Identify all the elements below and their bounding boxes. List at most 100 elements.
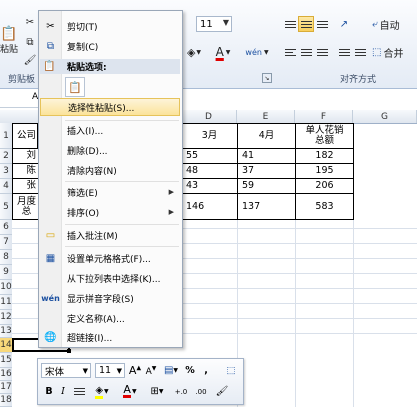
row-header[interactable]: 9 — [0, 265, 12, 280]
table-header-month[interactable]: 3月 — [181, 123, 238, 149]
paste-option-button[interactable]: 📋 — [65, 77, 85, 97]
cut-ribbon-button[interactable]: ✂ — [22, 14, 38, 30]
font-dialog-launcher[interactable]: ↘ — [262, 73, 272, 83]
table-cell[interactable]: 张 — [12, 179, 38, 194]
table-header-company[interactable]: 公司 — [12, 123, 38, 149]
row-header[interactable]: 4 — [0, 179, 12, 194]
shrink-font-button[interactable]: A▼ — [144, 363, 158, 378]
table-header-month[interactable]: 4月 — [237, 123, 296, 149]
font-color-button[interactable]: A ▼ — [210, 44, 236, 60]
row-header[interactable]: 15 — [0, 353, 12, 368]
menu-item-cut[interactable]: ✂ 剪切(T) — [40, 17, 180, 35]
menu-item-delete[interactable]: 删除(D)... — [40, 141, 180, 159]
format-painter-mini-button[interactable]: 🖌 — [214, 384, 230, 399]
menu-item-pick-from-list[interactable]: 从下拉列表中选择(K)... — [40, 269, 180, 287]
paste-button[interactable]: 📋 粘贴 — [0, 20, 18, 60]
format-painter-button[interactable]: 🖌 — [22, 52, 38, 68]
table-cell[interactable]: 583 — [295, 194, 354, 220]
table-cell[interactable]: 55 — [181, 149, 238, 164]
align-top-button[interactable] — [282, 16, 298, 32]
table-cell[interactable]: 陈 — [12, 164, 38, 179]
copy-ribbon-button[interactable]: ⧉ — [22, 34, 38, 50]
fill-handle[interactable] — [67, 349, 71, 353]
column-header-d[interactable]: D — [181, 110, 237, 123]
row-header[interactable]: 16 — [0, 368, 12, 381]
row-header[interactable]: 13 — [0, 325, 12, 338]
row-header[interactable]: 2 — [0, 149, 12, 164]
font-size-select[interactable]: 11 ▼ — [196, 16, 232, 32]
menu-item-show-phonetic[interactable]: wén 显示拼音字段(S) — [40, 289, 180, 307]
percent-button[interactable]: % — [184, 363, 196, 378]
row-header[interactable]: 7 — [0, 235, 12, 250]
row-header[interactable]: 18 — [0, 394, 12, 407]
font-color-mini-button[interactable]: A ▼ — [118, 384, 142, 399]
align-center-button[interactable] — [298, 44, 314, 60]
menu-item-define-name[interactable]: 定义名称(A)... — [40, 309, 180, 327]
name-box[interactable]: A — [0, 89, 40, 108]
table-cell[interactable]: 41 — [237, 149, 296, 164]
table-cell[interactable]: 206 — [295, 179, 354, 194]
align-right-button[interactable] — [314, 44, 330, 60]
menu-item-format-cells[interactable]: ▦ 设置单元格格式(F)... — [40, 249, 180, 267]
table-header-total[interactable]: 单人花销 总额 — [295, 123, 354, 149]
row-header[interactable]: 8 — [0, 250, 12, 265]
row-header[interactable]: 17 — [0, 381, 12, 394]
menu-item-filter[interactable]: 筛选(E) ▶ — [40, 183, 180, 201]
row-header[interactable]: 14 — [0, 338, 12, 353]
align-left-button[interactable] — [282, 44, 298, 60]
menu-item-paste-special[interactable]: 选择性粘贴(S)... — [40, 98, 180, 116]
column-header-e[interactable]: E — [237, 110, 295, 123]
row-header[interactable]: 10 — [0, 280, 12, 295]
decrease-indent-button[interactable] — [336, 44, 352, 60]
number-format-button[interactable]: ▤ ▼ — [162, 363, 180, 378]
grow-font-button[interactable]: A▲ — [128, 363, 142, 378]
row-header[interactable]: 3 — [0, 164, 12, 179]
menu-item-insert-comment[interactable]: ▭ 插入批注(M) — [40, 226, 180, 244]
row-header[interactable]: 12 — [0, 310, 12, 325]
row-header[interactable]: 1 — [0, 123, 12, 149]
menu-item-hyperlink[interactable]: 🌐 超链接(I)... — [40, 328, 180, 346]
table-cell[interactable]: 59 — [237, 179, 296, 194]
borders-icon: ⊞ — [150, 386, 159, 397]
table-cell[interactable]: 137 — [237, 194, 296, 220]
row-header[interactable]: 11 — [0, 295, 12, 310]
decrease-decimal-button[interactable]: .00 — [192, 384, 210, 399]
menu-item-clear-contents[interactable]: 清除内容(N) — [40, 161, 180, 179]
submenu-arrow-icon: ▶ — [168, 188, 174, 196]
fill-color-mini-button[interactable]: ◈ ▼ — [90, 384, 114, 399]
bold-button[interactable]: B — [43, 384, 55, 399]
table-cell[interactable]: 182 — [295, 149, 354, 164]
align-middle-button[interactable] — [298, 16, 314, 32]
copy-icon: ⧉ — [26, 36, 34, 48]
align-bottom-button[interactable] — [314, 16, 330, 32]
orientation-button[interactable]: ↗ — [336, 16, 352, 32]
comma-button[interactable]: , — [200, 363, 212, 378]
fill-color-button[interactable]: ◈ ▼ — [182, 44, 206, 60]
merge-center-mini-button[interactable]: ⬚ — [224, 363, 238, 378]
table-cell[interactable]: 月度 总 — [12, 194, 38, 220]
mini-font-name-select[interactable]: 宋体 ▼ — [41, 363, 91, 378]
column-header-g[interactable]: G — [353, 110, 417, 123]
menu-item-copy[interactable]: ⧉ 复制(C) — [40, 37, 180, 55]
increase-decimal-button[interactable]: +.0 — [172, 384, 190, 399]
table-cell[interactable]: 195 — [295, 164, 354, 179]
menu-item-insert[interactable]: 插入(I)... — [40, 121, 180, 139]
phonetic-button[interactable]: wén ▼ — [243, 44, 271, 60]
menu-item-sort[interactable]: 排序(O) ▶ — [40, 203, 180, 221]
row-header[interactable]: 6 — [0, 220, 12, 235]
table-cell[interactable]: 43 — [181, 179, 238, 194]
column-header-f[interactable]: F — [295, 110, 353, 123]
table-cell[interactable]: 刘 — [12, 149, 38, 164]
mini-font-size-select[interactable]: 11 ▼ — [95, 363, 125, 378]
italic-button[interactable]: I — [57, 384, 69, 399]
table-cell[interactable]: 37 — [237, 164, 296, 179]
table-cell[interactable]: 48 — [181, 164, 238, 179]
wrap-text-button[interactable]: ⤶ 自动 — [372, 16, 417, 32]
merge-center-button[interactable]: ⬚ 合并 — [372, 44, 417, 60]
paste-icon: 📋 — [43, 61, 56, 72]
center-align-button[interactable] — [72, 384, 86, 399]
borders-mini-button[interactable]: ⊞ ▼ — [146, 384, 168, 399]
increase-indent-button[interactable] — [352, 44, 368, 60]
row-header[interactable]: 5 — [0, 194, 12, 220]
table-cell[interactable]: 146 — [181, 194, 238, 220]
